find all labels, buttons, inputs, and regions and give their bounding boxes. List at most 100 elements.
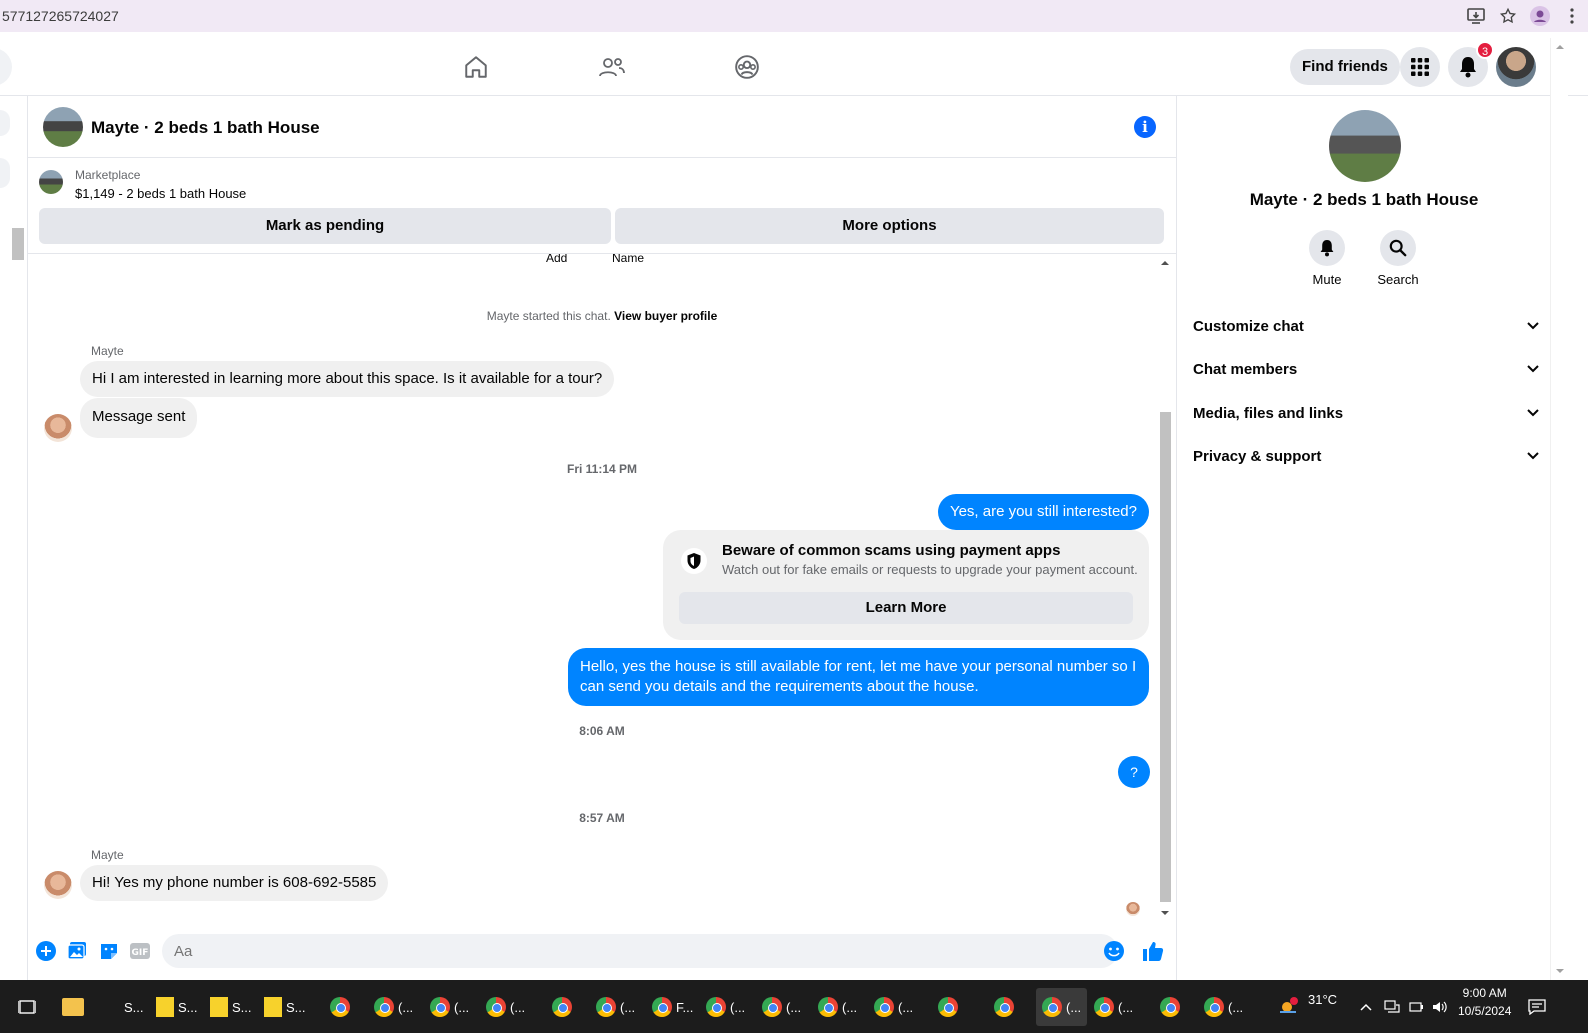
outgoing-message[interactable]: Yes, are you still interested? — [937, 494, 1149, 530]
message-scrollbar[interactable] — [1158, 254, 1172, 922]
message-input[interactable] — [162, 934, 1118, 968]
taskbar-app[interactable]: S... — [124, 988, 144, 1026]
learn-more-button[interactable]: Learn More — [679, 592, 1133, 624]
chrome-window[interactable]: (... — [1204, 988, 1243, 1026]
taskbar-app-label: (... — [786, 999, 802, 1015]
mark-as-pending-button[interactable]: Mark as pending — [39, 208, 611, 244]
media-files-links-section[interactable]: Media, files and links — [1193, 402, 1539, 424]
listing-profile-picture[interactable] — [1329, 110, 1401, 182]
chrome-window[interactable]: (... — [486, 988, 525, 1026]
task-view-icon[interactable] — [18, 988, 36, 1026]
chrome-window[interactable]: (... — [874, 988, 913, 1026]
friends-icon[interactable] — [595, 50, 629, 84]
sender-avatar[interactable] — [44, 871, 72, 899]
sticky-notes-app[interactable]: S... — [264, 988, 306, 1026]
chrome-window[interactable]: (... — [818, 988, 857, 1026]
incoming-message[interactable]: Hi I am interested in learning more abou… — [80, 361, 615, 397]
scroll-up-icon[interactable] — [1551, 42, 1569, 52]
browser-menu-icon[interactable] — [1556, 0, 1588, 32]
chrome-window[interactable]: (... — [374, 988, 413, 1026]
customize-chat-section[interactable]: Customize chat — [1193, 315, 1539, 337]
photo-icon[interactable] — [66, 940, 88, 962]
view-buyer-profile-link[interactable]: View buyer profile — [614, 309, 717, 323]
bell-icon — [1309, 230, 1345, 266]
sticky-notes-app[interactable]: S... — [156, 988, 198, 1026]
show-hidden-icons-chevron-icon[interactable] — [1360, 988, 1372, 1026]
sidebar-scroll-thumb[interactable] — [12, 228, 24, 260]
battery-icon[interactable] — [1408, 988, 1424, 1026]
install-app-icon[interactable] — [1460, 0, 1492, 32]
chrome-icon — [596, 997, 616, 1017]
chat-start-notice: Mayte started this chat. View buyer prof… — [28, 309, 1176, 323]
system-clock[interactable]: 9:00 AM 10/5/2024 — [1458, 984, 1511, 1020]
chrome-window[interactable]: (... — [1094, 988, 1133, 1026]
scroll-down-icon[interactable] — [1551, 966, 1569, 976]
search-button[interactable]: Search — [1368, 230, 1428, 287]
find-friends-button[interactable]: Find friends — [1290, 49, 1400, 85]
section-label: Customize chat — [1193, 317, 1304, 335]
like-thumbs-up-icon[interactable] — [1142, 940, 1164, 962]
page-scrollbar[interactable] — [1550, 38, 1568, 980]
left-sidebar-strip — [0, 96, 28, 980]
chrome-icon — [1160, 997, 1180, 1017]
account-avatar[interactable] — [1496, 47, 1536, 87]
temperature: 31°C — [1308, 992, 1338, 1007]
incoming-message[interactable]: Hi! Yes my phone number is 608-692-5585 — [80, 865, 389, 901]
chrome-window[interactable] — [994, 988, 1014, 1026]
notification-center-icon[interactable] — [1528, 988, 1546, 1026]
outgoing-message[interactable]: ? — [1118, 756, 1150, 788]
sender-avatar[interactable] — [44, 414, 72, 442]
browser-bar: 577127265724027 — [0, 0, 1588, 32]
taskbar-app-label: S... — [286, 999, 306, 1015]
chrome-window[interactable]: (... — [596, 988, 635, 1026]
chrome-window[interactable]: (... — [706, 988, 745, 1026]
home-icon[interactable] — [459, 50, 493, 84]
taskbar-app-label: (... — [398, 999, 414, 1015]
incoming-message[interactable]: Message sent — [80, 398, 198, 438]
groups-icon[interactable] — [730, 50, 764, 84]
listing-thumbnail[interactable] — [39, 170, 63, 194]
menu-grid-button[interactable] — [1400, 47, 1440, 87]
plus-icon[interactable] — [35, 940, 57, 962]
search-pill[interactable] — [0, 48, 12, 86]
chrome-window-active[interactable]: (... — [1036, 988, 1088, 1026]
chat-members-section[interactable]: Chat members — [1193, 358, 1539, 380]
gif-icon[interactable]: GIF — [129, 940, 151, 962]
listing-price-title[interactable]: $1,149 - 2 beds 1 bath House — [75, 186, 246, 201]
timestamp: Fri 11:14 PM — [566, 462, 638, 476]
chrome-window[interactable] — [330, 988, 350, 1026]
network-icon[interactable] — [1384, 988, 1400, 1026]
chat-title[interactable]: Mayte · 2 beds 1 bath House — [91, 118, 320, 138]
listing-avatar[interactable] — [43, 107, 83, 147]
sticky-notes-app[interactable]: S... — [210, 988, 252, 1026]
weather-icon[interactable] — [1278, 988, 1300, 1026]
sidebar-stub-1[interactable] — [0, 110, 10, 136]
chrome-window[interactable]: F... — [652, 988, 693, 1026]
chrome-window[interactable]: (... — [430, 988, 469, 1026]
chrome-window[interactable] — [1160, 988, 1180, 1026]
more-options-button[interactable]: More options — [615, 208, 1164, 244]
mute-button[interactable]: Mute — [1297, 230, 1357, 287]
chrome-window[interactable] — [938, 988, 958, 1026]
address-bar-url[interactable]: 577127265724027 — [0, 8, 119, 24]
bookmark-star-icon[interactable] — [1492, 0, 1524, 32]
bell-icon — [1460, 57, 1476, 78]
chrome-window[interactable] — [552, 988, 572, 1026]
scrollbar-thumb[interactable] — [1160, 412, 1171, 902]
sticker-icon[interactable] — [98, 940, 120, 962]
browser-actions — [1460, 0, 1588, 32]
file-explorer-icon[interactable] — [62, 988, 84, 1026]
scroll-up-icon[interactable] — [1158, 258, 1172, 268]
volume-icon[interactable] — [1432, 988, 1448, 1026]
emoji-icon[interactable] — [1103, 940, 1125, 962]
scroll-down-icon[interactable] — [1158, 908, 1172, 918]
chrome-window[interactable]: (... — [762, 988, 801, 1026]
privacy-support-section[interactable]: Privacy & support — [1193, 445, 1539, 467]
panel-title: Mayte · 2 beds 1 bath House — [1249, 190, 1479, 209]
sidebar-stub-2[interactable] — [0, 158, 10, 188]
outgoing-message[interactable]: Hello, yes the house is still available … — [568, 648, 1149, 706]
profile-icon[interactable] — [1524, 0, 1556, 32]
taskbar-app-label: S... — [178, 999, 198, 1015]
info-icon[interactable]: i — [1134, 116, 1156, 138]
notifications-button[interactable]: 3 — [1448, 41, 1494, 87]
